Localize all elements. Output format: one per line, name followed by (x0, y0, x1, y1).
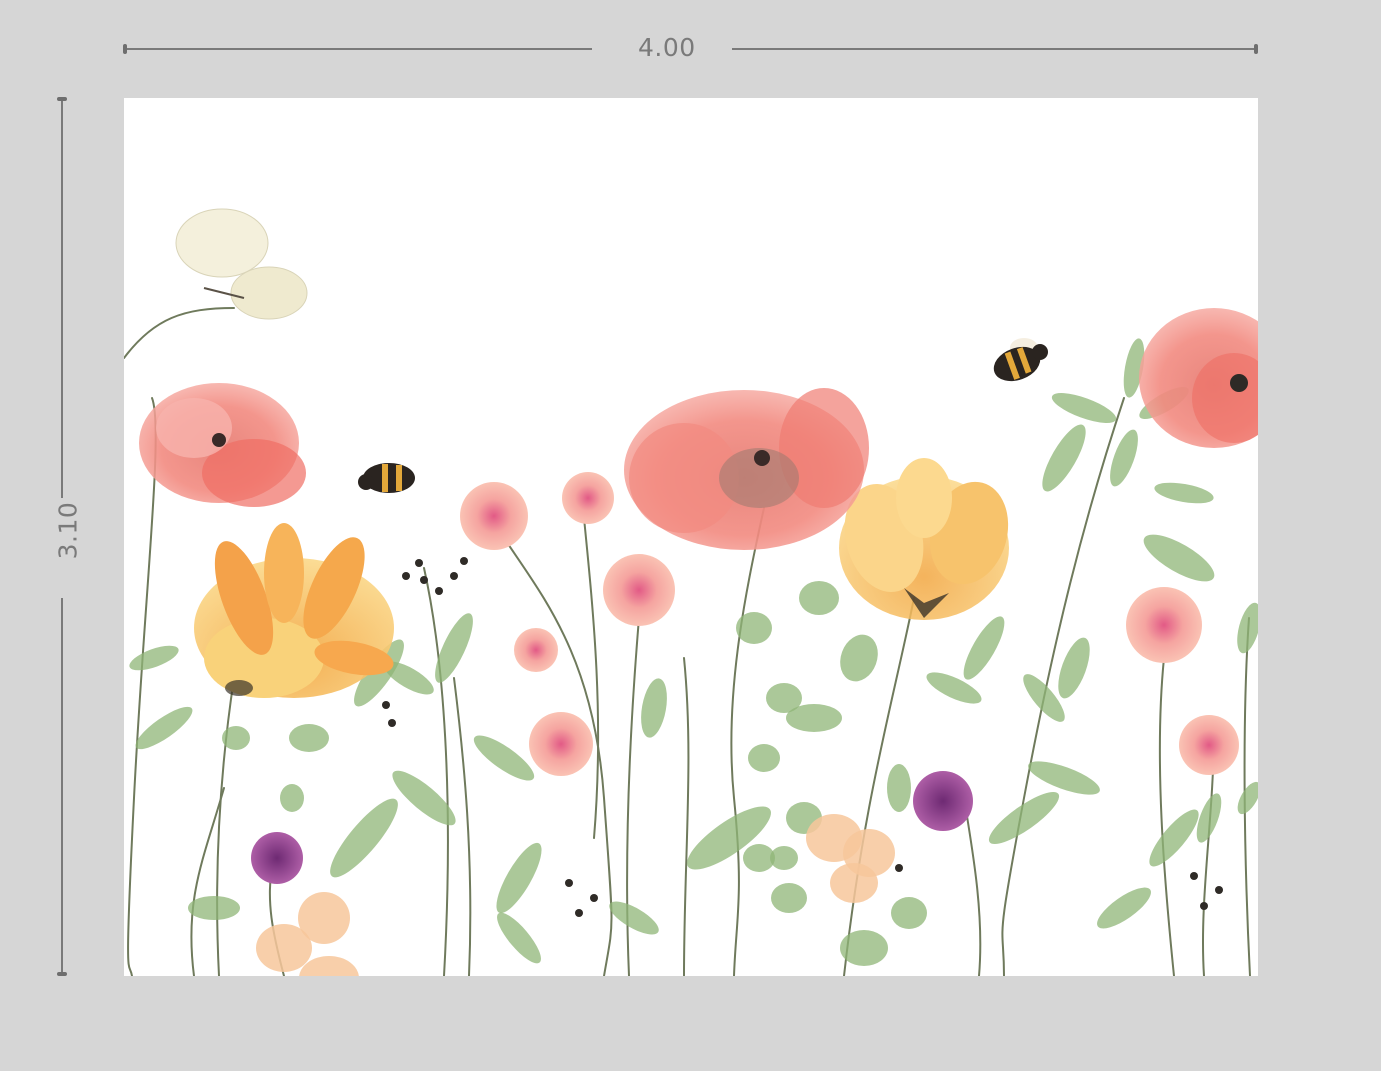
height-line-bottom (61, 598, 63, 976)
bee-right (993, 338, 1048, 382)
wildflower-artwork (124, 98, 1258, 976)
sunflower (194, 523, 394, 698)
butterfly (175, 208, 308, 320)
width-cap-left (123, 44, 127, 54)
width-cap-right (1254, 44, 1258, 54)
height-cap-bottom (57, 972, 67, 976)
height-cap-top (57, 97, 67, 101)
meadow-illustration (124, 208, 1258, 976)
height-line-top (61, 98, 63, 498)
red-poppies (139, 308, 1258, 550)
bee-left (358, 463, 415, 493)
height-label: 3.10 (53, 501, 83, 560)
width-label: 4.00 (638, 33, 696, 62)
width-line-left (124, 48, 592, 50)
width-line-right (732, 48, 1258, 50)
seed-pods (382, 557, 1223, 917)
width-dimension: 4.00 (123, 30, 1258, 70)
height-dimension: 3.10 (40, 97, 86, 976)
